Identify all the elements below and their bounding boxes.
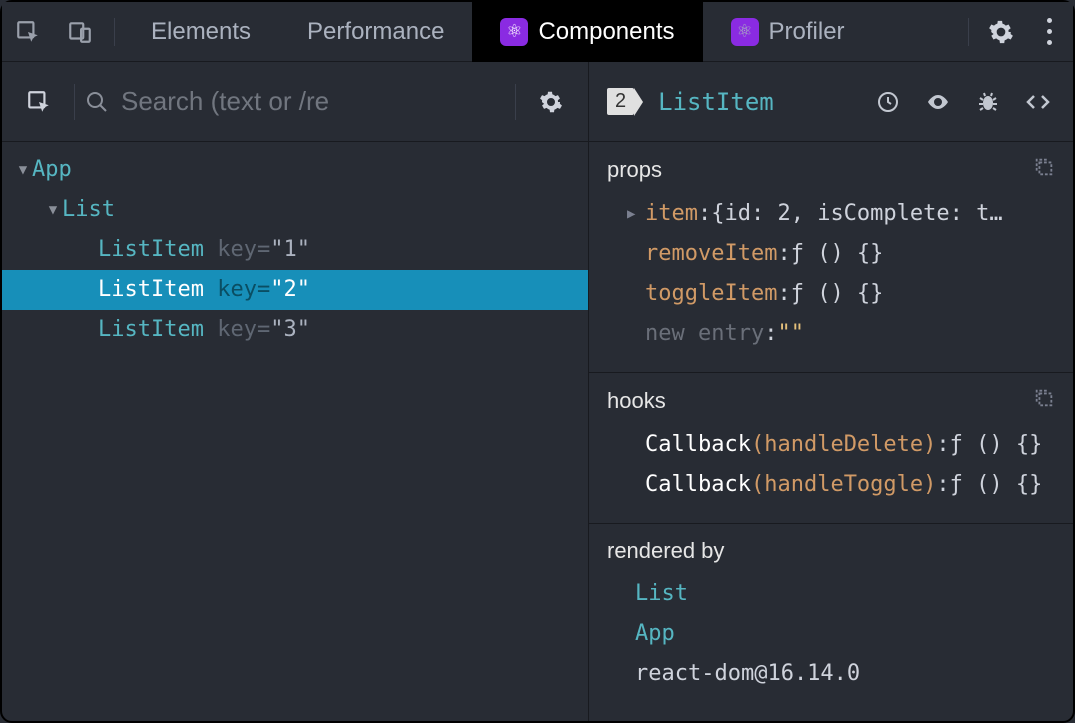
prop-key: removeItem xyxy=(645,234,777,274)
component-tree: ▼ App ▼ List ListItem key="1" ListItem k… xyxy=(2,142,588,721)
more-menu-button[interactable] xyxy=(1025,2,1073,62)
expand-arrow-icon[interactable]: ▶ xyxy=(627,194,645,234)
tab-label: Components xyxy=(538,18,674,46)
component-name: ListItem xyxy=(98,270,204,310)
tree-row-listitem-3[interactable]: ListItem key="3" xyxy=(2,310,588,350)
hook-value: ƒ () {} xyxy=(950,465,1043,505)
tab-label: Profiler xyxy=(769,18,845,46)
hook-row-handletoggle[interactable]: Callback(handleToggle): ƒ () {} xyxy=(607,465,1055,505)
section-title: props xyxy=(607,157,662,183)
prop-row-item[interactable]: ▶ item: {id: 2, isComplete: t… xyxy=(607,194,1055,234)
tab-label: Performance xyxy=(307,18,444,46)
prop-row-new-entry[interactable]: new entry: "" xyxy=(607,314,1055,354)
hook-type: Callback xyxy=(645,425,751,465)
props-section: props ▶ item: {id: 2, isComplete: t… rem… xyxy=(589,142,1073,373)
prop-row-toggleitem[interactable]: toggleItem: ƒ () {} xyxy=(607,274,1055,314)
key-badge: 2 xyxy=(607,88,634,115)
rendered-by-runtime: react-dom@16.14.0 xyxy=(607,654,1055,694)
key-label: key xyxy=(217,270,257,310)
key-value: "3" xyxy=(270,310,310,350)
selected-component-name: ListItem xyxy=(658,88,774,116)
divider xyxy=(74,84,75,120)
tree-row-listitem-1[interactable]: ListItem key="1" xyxy=(2,230,588,270)
search-settings-button[interactable] xyxy=(526,90,576,114)
hooks-section: hooks Callback(handleDelete): ƒ () {} Ca… xyxy=(589,373,1073,524)
devtools-tab-strip: Elements Performance ⚛ Components ⚛ Prof… xyxy=(2,2,1073,62)
prop-key: item xyxy=(645,194,698,234)
tab-label: Elements xyxy=(151,18,251,46)
component-search-bar xyxy=(2,62,588,142)
key-value: "1" xyxy=(270,230,310,270)
component-name: List xyxy=(62,190,115,230)
tree-row-app[interactable]: ▼ App xyxy=(2,150,588,190)
element-picker-icon[interactable] xyxy=(14,81,64,123)
search-input[interactable] xyxy=(121,86,505,117)
prop-value: ƒ () {} xyxy=(791,274,884,314)
selected-component-header: 2 ListItem xyxy=(589,62,1073,142)
inspect-dom-icon[interactable] xyxy=(921,85,955,119)
view-source-icon[interactable] xyxy=(1021,85,1055,119)
tab-components[interactable]: ⚛ Components xyxy=(472,2,702,62)
copy-icon[interactable] xyxy=(1033,387,1055,415)
react-icon: ⚛ xyxy=(500,18,528,46)
prop-value: {id: 2, isComplete: t… xyxy=(711,194,1002,234)
hook-name: handleToggle xyxy=(764,465,923,505)
settings-button[interactable] xyxy=(977,2,1025,62)
hook-row-handledelete[interactable]: Callback(handleDelete): ƒ () {} xyxy=(607,425,1055,465)
divider xyxy=(114,18,115,46)
section-title: hooks xyxy=(607,388,666,414)
search-icon xyxy=(85,90,109,114)
prop-value: ƒ () {} xyxy=(791,234,884,274)
hook-name: handleDelete xyxy=(764,425,923,465)
inspect-element-icon[interactable] xyxy=(2,2,54,62)
divider xyxy=(515,84,516,120)
key-label: key xyxy=(217,230,257,270)
rendered-by-link-list[interactable]: List xyxy=(607,574,1055,614)
section-title: rendered by xyxy=(607,538,724,564)
divider xyxy=(968,18,969,46)
collapse-arrow-icon[interactable]: ▼ xyxy=(44,190,62,230)
component-name: ListItem xyxy=(98,230,204,270)
copy-icon[interactable] xyxy=(1033,156,1055,184)
prop-row-removeitem[interactable]: removeItem: ƒ () {} xyxy=(607,234,1055,274)
new-entry-label: new entry xyxy=(645,314,764,354)
tab-elements[interactable]: Elements xyxy=(123,2,279,62)
tree-row-list[interactable]: ▼ List xyxy=(2,190,588,230)
bug-icon[interactable] xyxy=(971,85,1005,119)
component-name: App xyxy=(32,150,72,190)
react-icon: ⚛ xyxy=(731,18,759,46)
device-toggle-icon[interactable] xyxy=(54,2,106,62)
collapse-arrow-icon[interactable]: ▼ xyxy=(14,150,32,190)
suspense-icon[interactable] xyxy=(871,85,905,119)
component-name: ListItem xyxy=(98,310,204,350)
tab-performance[interactable]: Performance xyxy=(279,2,472,62)
key-label: key xyxy=(217,310,257,350)
rendered-by-link-app[interactable]: App xyxy=(607,614,1055,654)
hook-type: Callback xyxy=(645,465,751,505)
rendered-by-section: rendered by List App react-dom@16.14.0 xyxy=(589,524,1073,712)
hook-value: ƒ () {} xyxy=(950,425,1043,465)
new-entry-value[interactable]: "" xyxy=(777,314,804,354)
tab-profiler[interactable]: ⚛ Profiler xyxy=(703,2,873,62)
tree-row-listitem-2[interactable]: ListItem key="2" xyxy=(2,270,588,310)
key-value: "2" xyxy=(270,270,310,310)
prop-key: toggleItem xyxy=(645,274,777,314)
